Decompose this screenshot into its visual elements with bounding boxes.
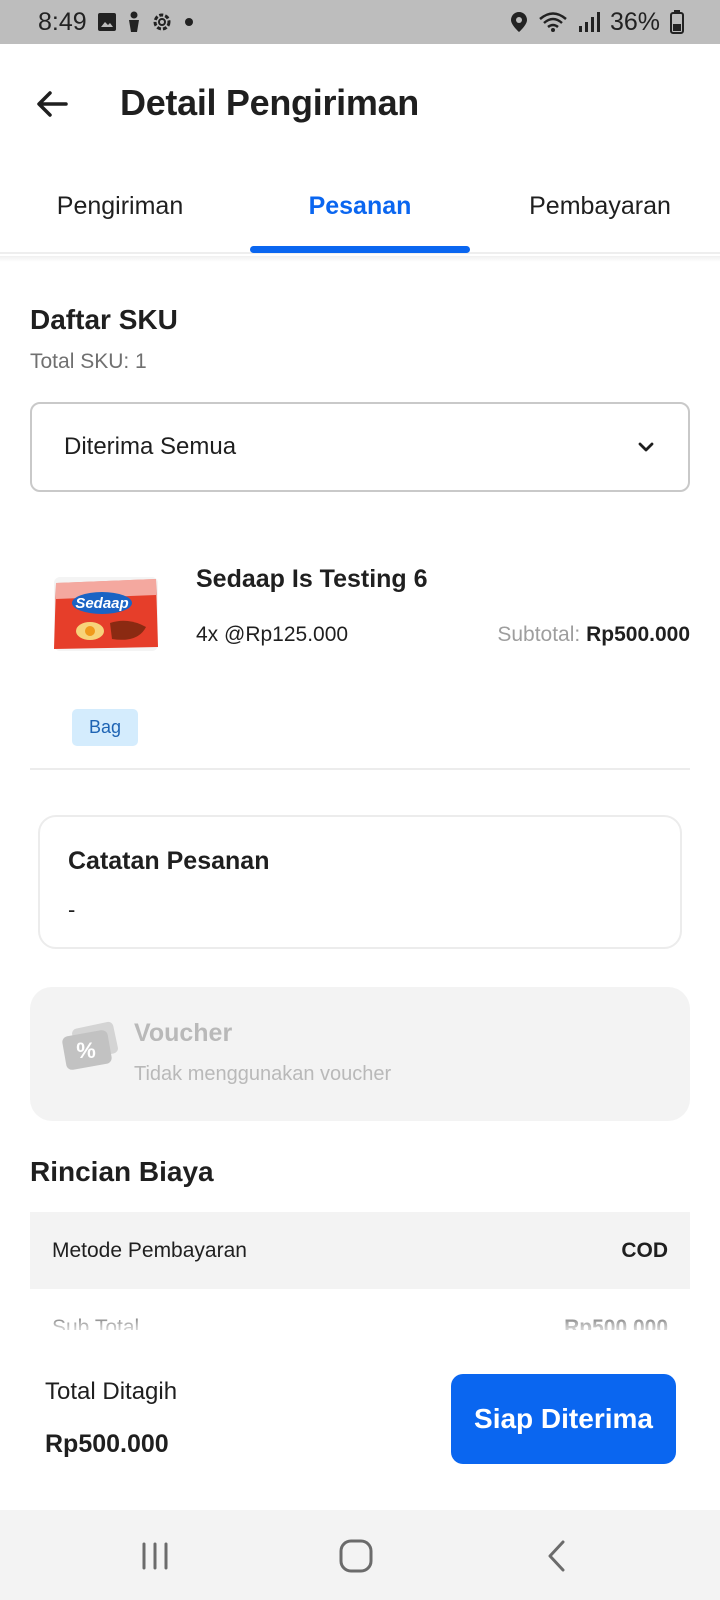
- active-tab-indicator: [250, 246, 470, 253]
- dropdown-selected-value: Diterima Semua: [64, 433, 237, 460]
- product-item: Sedaap Sedaap Is Testing 6 4x @Rp125.000…: [30, 535, 690, 665]
- tab-pengiriman[interactable]: Pengiriman: [0, 162, 240, 252]
- settings-icon: [153, 13, 171, 31]
- gallery-icon: [97, 13, 116, 31]
- status-left: 8:49: [38, 8, 195, 37]
- cost-row-value: COD: [621, 1238, 668, 1262]
- notes-title: Catatan Pesanan: [68, 847, 270, 875]
- product-qty-price: 4x @Rp125.000: [196, 623, 349, 646]
- svg-text:%: %: [76, 1038, 96, 1063]
- wifi-icon: [539, 12, 567, 32]
- subtotal-label: Subtotal:: [497, 623, 581, 646]
- bottom-action-bar: Total Ditagih Rp500.000 Siap Diterima: [0, 1330, 720, 1510]
- battery-percent: 36%: [609, 7, 660, 36]
- cost-row: Metode Pembayaran COD: [30, 1212, 690, 1289]
- dot-icon: [184, 18, 193, 26]
- ready-to-receive-button[interactable]: Siap Diterima: [451, 1374, 676, 1464]
- voucher-title: Voucher: [134, 1019, 233, 1047]
- cost-row-label: Metode Pembayaran: [52, 1238, 247, 1262]
- cost-section-title: Rincian Biaya: [30, 1156, 214, 1187]
- tab-bar: Pengiriman Pesanan Pembayaran: [0, 162, 720, 254]
- voucher-percent-icon: %: [62, 1021, 118, 1070]
- tab-pesanan[interactable]: Pesanan: [240, 162, 480, 252]
- product-brand-logo: Sedaap: [75, 595, 128, 612]
- order-notes-card: Catatan Pesanan -: [38, 815, 682, 949]
- total-billed-label: Total Ditagih: [45, 1378, 178, 1405]
- total-sku-count: Total SKU: 1: [30, 350, 147, 373]
- voucher-card[interactable]: % Voucher Tidak menggunakan voucher: [30, 987, 690, 1121]
- status-right: 36%: [510, 8, 684, 37]
- person-icon: [128, 11, 139, 32]
- system-nav-bar: [0, 1510, 720, 1600]
- total-billed-value: Rp500.000: [45, 1430, 169, 1458]
- divider: [30, 768, 690, 770]
- voucher-subtitle: Tidak menggunakan voucher: [134, 1063, 392, 1085]
- product-image: Sedaap: [54, 577, 158, 651]
- status-bar: 8:49 36%: [0, 0, 720, 44]
- status-time: 8:49: [38, 7, 87, 36]
- chevron-down-icon: [638, 442, 654, 452]
- notes-value: -: [68, 897, 76, 922]
- subtotal-value: Rp500.000: [586, 623, 690, 646]
- page-title: Detail Pengiriman: [120, 82, 419, 123]
- app-header: Detail Pengiriman: [0, 44, 720, 162]
- battery-icon: [670, 10, 684, 34]
- screen: 8:49 36% Detail Pengiriman Pengiriman Pe…: [0, 0, 720, 1600]
- tab-pembayaran[interactable]: Pembayaran: [480, 162, 720, 252]
- receipt-status-dropdown[interactable]: Diterima Semua: [30, 402, 690, 492]
- product-name: Sedaap Is Testing 6: [196, 565, 428, 593]
- tabs-shadow: [0, 256, 720, 262]
- unit-tag: Bag: [72, 709, 139, 746]
- sku-section-title: Daftar SKU: [30, 304, 178, 335]
- location-icon: [510, 12, 527, 32]
- home-icon[interactable]: [332, 1532, 380, 1580]
- signal-icon: [578, 12, 600, 32]
- nav-back-icon[interactable]: [533, 1532, 581, 1580]
- back-arrow-icon[interactable]: [32, 84, 72, 124]
- recent-apps-icon[interactable]: [131, 1532, 179, 1580]
- product-subtotal: Subtotal: Rp500.000: [497, 623, 690, 647]
